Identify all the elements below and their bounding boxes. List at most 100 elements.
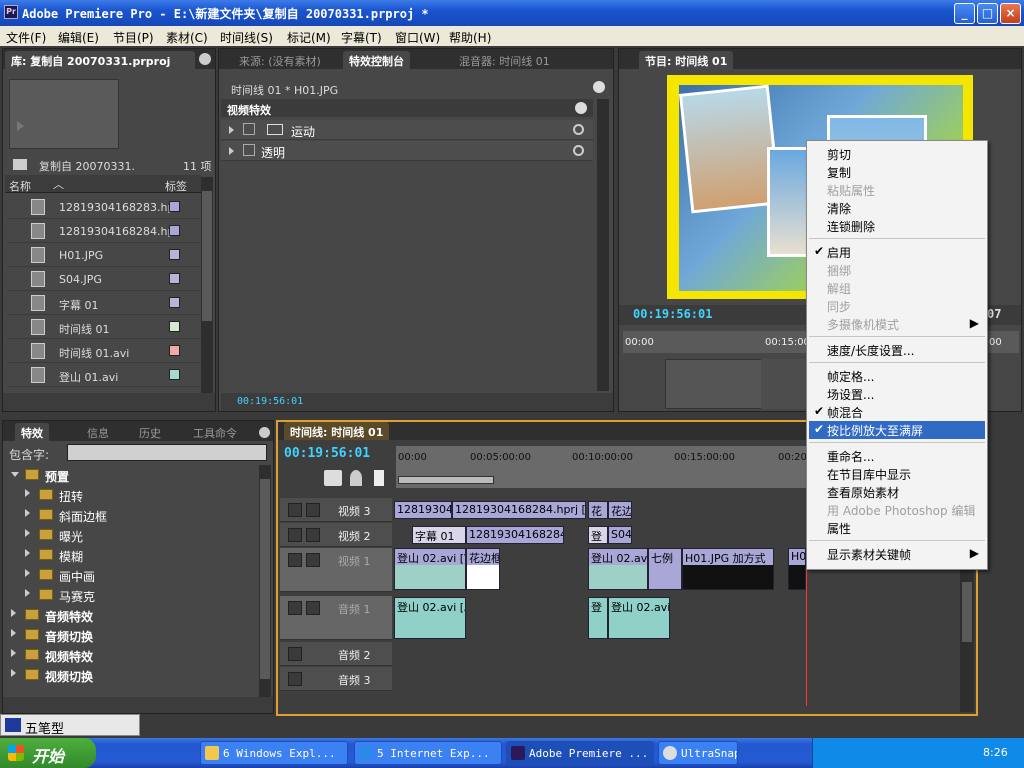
close-button[interactable]: × xyxy=(1000,3,1021,24)
clip[interactable]: 字幕 01 xyxy=(412,526,466,544)
list-item[interactable]: 12819304168284.hpr xyxy=(7,219,203,243)
tab-audio-mixer[interactable]: 混音器: 时间线 01 xyxy=(453,51,556,69)
context-menu-item[interactable]: 属性 xyxy=(809,519,985,537)
label-swatch[interactable] xyxy=(169,321,180,332)
work-area-bar[interactable] xyxy=(398,476,494,484)
context-menu-item[interactable]: 复制 xyxy=(809,163,985,181)
fx-row-motion[interactable]: 运动 xyxy=(221,120,593,140)
clip[interactable]: 登山 02.avi [A xyxy=(394,597,466,639)
tree-item[interactable]: 曝光 xyxy=(3,525,261,545)
fx-scrollbar[interactable] xyxy=(597,99,609,391)
list-item[interactable]: 字幕 01 xyxy=(7,291,203,315)
clip[interactable]: 登 xyxy=(588,526,608,544)
eye-icon[interactable] xyxy=(288,553,302,567)
play-icon[interactable] xyxy=(17,121,24,131)
expand-arrow-icon[interactable] xyxy=(11,609,16,617)
clip[interactable]: 登山 02.avi xyxy=(608,597,670,639)
expand-arrow-icon[interactable] xyxy=(229,147,234,155)
start-button[interactable]: 开始 xyxy=(0,738,96,768)
lock-toggle[interactable] xyxy=(306,503,320,517)
expand-arrow-icon[interactable] xyxy=(25,489,30,497)
track-video-1[interactable]: 视频 1 xyxy=(280,548,392,592)
context-menu-item[interactable]: 用 Adobe Photoshop 编辑 xyxy=(809,501,985,519)
clip[interactable]: 花 xyxy=(588,501,608,519)
context-menu-item[interactable]: 粘贴属性 xyxy=(809,181,985,199)
tree-item[interactable]: 音频切换 xyxy=(3,625,261,645)
taskbar-button-ultrasnap[interactable]: UltraSnap xyxy=(658,741,738,765)
panel-menu-icon[interactable] xyxy=(199,53,211,65)
sort-arrow-icon[interactable]: ︿ xyxy=(53,176,64,192)
reset-icon[interactable] xyxy=(573,145,584,156)
tab-effect-controls[interactable]: 特效控制台 xyxy=(343,51,410,69)
tab-history[interactable]: 历史 xyxy=(133,423,167,441)
clip[interactable]: 花边框 xyxy=(466,548,500,590)
eye-icon[interactable] xyxy=(288,528,302,542)
context-menu-item[interactable]: 剪切 xyxy=(809,145,985,163)
context-menu-item[interactable]: ✔ 帧混合 xyxy=(809,403,985,421)
expand-arrow-icon[interactable] xyxy=(25,549,30,557)
taskbar-button-premiere[interactable]: Adobe Premiere ... xyxy=(506,741,654,765)
tab-program[interactable]: 节目: 时间线 01 xyxy=(639,51,734,69)
snap-icon[interactable] xyxy=(324,470,342,486)
list-item[interactable]: 时间线 01.avi xyxy=(7,339,203,363)
clip[interactable]: 12819304168284.hprj [9.7 xyxy=(452,501,586,519)
list-item[interactable]: H01.JPG xyxy=(7,243,203,267)
clock[interactable]: 8:26 xyxy=(983,746,1008,759)
clip[interactable]: 128193041 xyxy=(394,501,452,519)
window-title-bar[interactable]: Pr Adobe Premiere Pro - E:\新建文件夹\复制自 200… xyxy=(0,0,1024,26)
minimize-button[interactable]: _ xyxy=(954,3,975,24)
track-audio-1[interactable]: 音频 1 xyxy=(280,596,392,640)
program-timecode[interactable]: 00:19:56:01 xyxy=(633,307,712,321)
list-item[interactable]: 登山 01.avi xyxy=(7,363,203,387)
tree-item[interactable]: 画中画 xyxy=(3,565,261,585)
project-scrollbar[interactable] xyxy=(201,177,213,393)
menu-timeline[interactable]: 时间线(S) xyxy=(220,29,273,46)
lock-toggle[interactable] xyxy=(306,553,320,567)
track-video-2[interactable]: 视频 2 xyxy=(280,523,392,547)
fx-toggle-checkbox[interactable] xyxy=(243,144,255,156)
reset-icon[interactable] xyxy=(573,124,584,135)
context-menu-item[interactable]: 同步 xyxy=(809,297,985,315)
expand-arrow-icon[interactable] xyxy=(11,649,16,657)
eye-icon[interactable] xyxy=(288,503,302,517)
column-label[interactable]: 标签 xyxy=(165,178,187,194)
track-audio-2[interactable]: 音频 2 xyxy=(280,642,392,666)
tab-timeline[interactable]: 时间线: 时间线 01 xyxy=(284,422,390,440)
label-swatch[interactable] xyxy=(169,225,180,236)
expand-arrow-icon[interactable] xyxy=(11,629,16,637)
maximize-button[interactable]: □ xyxy=(977,3,998,24)
clip[interactable]: H0 xyxy=(788,548,806,590)
tab-project[interactable]: 库: 复制自 20070331.prproj xyxy=(5,51,195,69)
context-menu-item[interactable]: 多摄像机模式 ▶ xyxy=(809,315,985,333)
expand-arrow-icon[interactable] xyxy=(25,589,30,597)
tree-item[interactable]: 视频特效 xyxy=(3,645,261,665)
lock-toggle[interactable] xyxy=(306,528,320,542)
menu-clip[interactable]: 素材(C) xyxy=(166,29,208,46)
clip[interactable]: 12819304168284.h xyxy=(466,526,564,544)
context-menu-item[interactable]: 查看原始素材 xyxy=(809,483,985,501)
timeline-timecode[interactable]: 00:19:56:01 xyxy=(284,446,370,461)
clip[interactable]: 登 xyxy=(588,597,608,639)
expand-arrow-icon[interactable] xyxy=(229,126,234,134)
expand-arrow-icon[interactable] xyxy=(11,472,19,477)
scroll-up-icon[interactable] xyxy=(575,102,587,114)
lock-toggle[interactable] xyxy=(306,601,320,615)
menu-edit[interactable]: 编辑(E) xyxy=(58,29,99,46)
tree-item[interactable]: 扭转 xyxy=(3,485,261,505)
tab-effects[interactable]: 特效 xyxy=(15,423,49,441)
tree-item[interactable]: 模糊 xyxy=(3,545,261,565)
expand-arrow-icon[interactable] xyxy=(25,529,30,537)
context-menu-item[interactable]: 速度/长度设置... xyxy=(809,341,985,359)
speaker-icon[interactable] xyxy=(288,672,302,686)
ime-bar[interactable]: 五笔型 xyxy=(0,714,140,737)
tab-tools[interactable]: 工具命令 xyxy=(187,423,243,441)
list-item[interactable]: 时间线 01 xyxy=(7,315,203,339)
clip[interactable]: 七例 xyxy=(648,548,682,590)
context-menu-item[interactable]: 解组 xyxy=(809,279,985,297)
tab-info[interactable]: 信息 xyxy=(81,423,115,441)
context-menu-item[interactable]: 场设置... xyxy=(809,385,985,403)
context-menu-item[interactable]: 捆绑 xyxy=(809,261,985,279)
menu-marker[interactable]: 标记(M) xyxy=(287,29,331,46)
expand-arrow-icon[interactable] xyxy=(25,509,30,517)
list-item[interactable]: 12819304168283.hpr xyxy=(7,195,203,219)
